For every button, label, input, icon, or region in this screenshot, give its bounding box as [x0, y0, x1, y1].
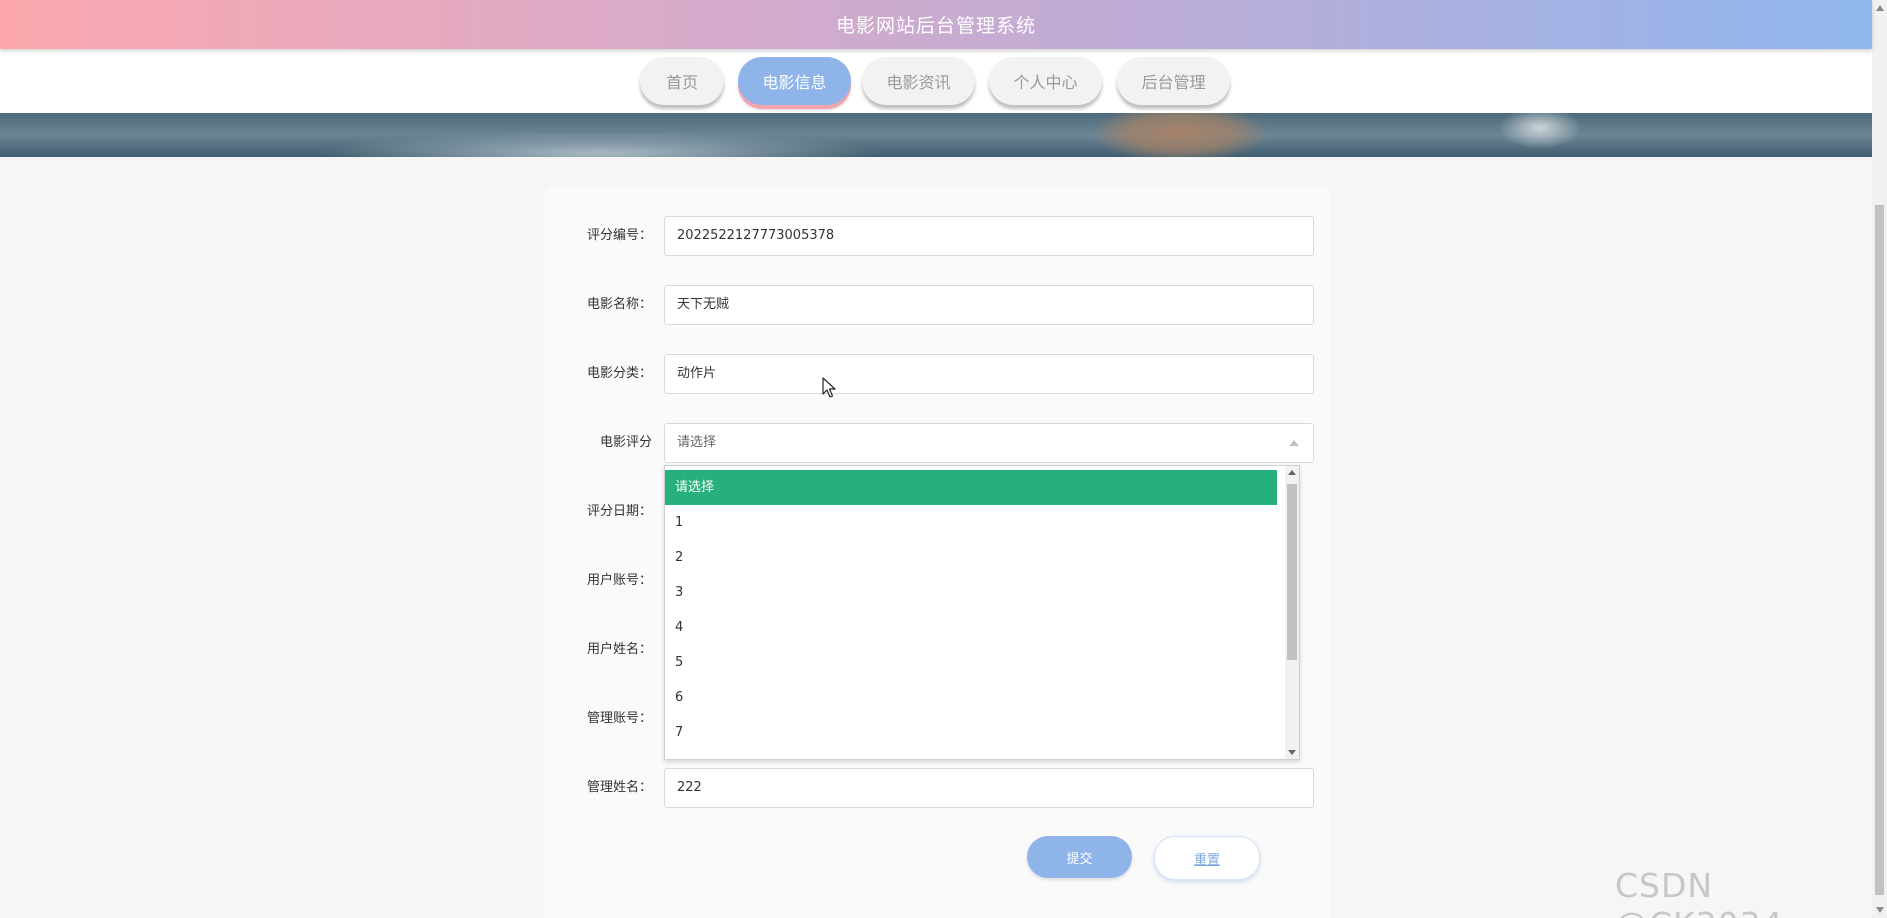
label-admin-name: 管理姓名： — [586, 780, 652, 795]
mouse-cursor-icon — [822, 377, 836, 398]
nav-movie-info[interactable]: 电影信息 — [738, 57, 851, 105]
main-nav: 首页 电影信息 电影资讯 个人中心 后台管理 — [0, 49, 1872, 113]
caret-up-icon — [1289, 440, 1299, 446]
dropdown-option-2[interactable]: 2 — [665, 540, 1277, 575]
select-placeholder: 请选择 — [677, 435, 717, 450]
submit-button[interactable]: 提交 — [1027, 836, 1132, 878]
dropdown-option-5[interactable]: 5 — [665, 645, 1277, 680]
nav-admin[interactable]: 后台管理 — [1117, 57, 1230, 105]
rating-dropdown-list: 请选择 1 2 3 4 5 6 7 — [664, 465, 1300, 760]
dropdown-option-1[interactable]: 1 — [665, 505, 1277, 540]
row-movie-name: 电影名称： — [544, 285, 1330, 325]
row-admin-name: 管理姓名： — [544, 768, 1330, 808]
scroll-thumb[interactable] — [1875, 205, 1884, 895]
nav-home[interactable]: 首页 — [640, 57, 724, 105]
movie-rating-select[interactable]: 请选择 — [664, 423, 1314, 463]
rating-no-input[interactable] — [664, 216, 1314, 256]
label-admin-account: 管理账号： — [586, 711, 652, 726]
nav-movie-news[interactable]: 电影资讯 — [862, 57, 975, 105]
movie-name-input[interactable] — [664, 285, 1314, 325]
label-movie-category: 电影分类： — [586, 366, 652, 381]
reset-button[interactable]: 重置 — [1154, 836, 1260, 880]
label-rating-no: 评分编号： — [586, 228, 652, 243]
dropdown-option-4[interactable]: 4 — [665, 610, 1277, 645]
label-user-name: 用户姓名： — [586, 642, 652, 657]
dropdown-scroll-down-icon[interactable] — [1288, 750, 1296, 755]
movie-category-input[interactable] — [664, 354, 1314, 394]
header-bar: 电影网站后台管理系统 — [0, 0, 1872, 49]
dropdown-option-6[interactable]: 6 — [665, 680, 1277, 715]
label-user-account: 用户账号： — [586, 573, 652, 588]
row-movie-rating: 电影评分 请选择 — [544, 423, 1330, 463]
label-movie-name: 电影名称： — [586, 297, 652, 312]
label-movie-rating: 电影评分 — [599, 435, 652, 450]
dropdown-scrollbar[interactable] — [1285, 466, 1299, 759]
page-scrollbar[interactable] — [1872, 0, 1887, 918]
dropdown-scroll-thumb[interactable] — [1287, 484, 1297, 660]
dropdown-scroll-up-icon[interactable] — [1288, 470, 1296, 475]
label-rating-date: 评分日期： — [586, 504, 652, 519]
row-rating-no: 评分编号： — [544, 216, 1330, 256]
scroll-up-arrow-icon[interactable] — [1876, 5, 1884, 11]
site-title: 电影网站后台管理系统 — [835, 15, 1036, 37]
nav-personal-center[interactable]: 个人中心 — [989, 57, 1102, 105]
row-movie-category: 电影分类： — [544, 354, 1330, 394]
dropdown-option-placeholder[interactable]: 请选择 — [665, 470, 1277, 505]
banner-image — [0, 113, 1872, 157]
page: 电影网站后台管理系统 首页 电影信息 电影资讯 个人中心 后台管理 评分编号： … — [0, 0, 1887, 918]
admin-name-input[interactable] — [664, 768, 1314, 808]
dropdown-option-3[interactable]: 3 — [665, 575, 1277, 610]
dropdown-option-7[interactable]: 7 — [665, 715, 1277, 750]
csdn-watermark: CSDN @CK3034 — [1615, 866, 1783, 918]
